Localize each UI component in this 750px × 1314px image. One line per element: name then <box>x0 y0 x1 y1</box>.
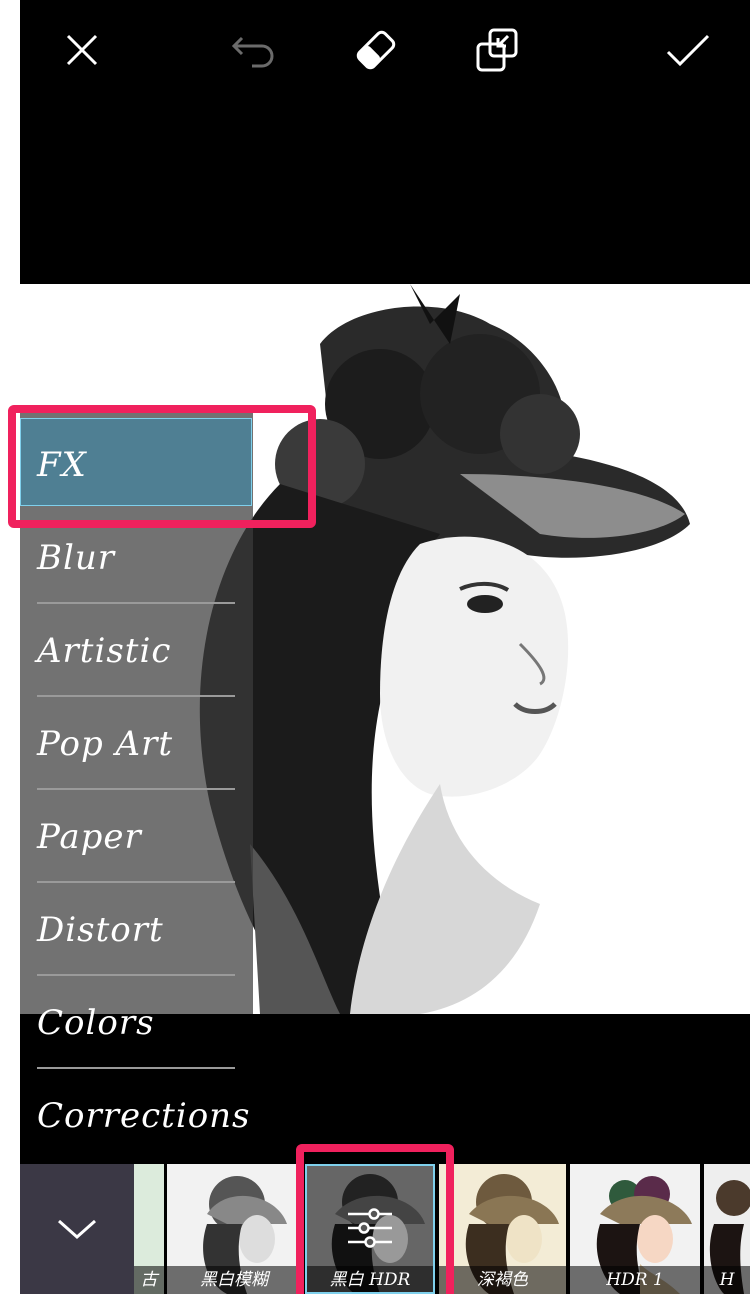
bottom-margin <box>0 1294 750 1314</box>
close-button[interactable] <box>54 22 110 78</box>
menu-item-label: Blur <box>37 537 116 578</box>
checkmark-icon <box>666 34 710 67</box>
menu-item-pop-art[interactable]: Pop Art <box>37 697 235 790</box>
apply-button[interactable] <box>660 22 716 78</box>
filter-thumb[interactable]: 黑白模糊 <box>167 1164 301 1294</box>
menu-item-corrections[interactable]: Corrections <box>37 1069 250 1162</box>
left-margin <box>0 0 20 1314</box>
eraser-icon <box>356 30 396 70</box>
filter-thumb[interactable]: HDR 1 <box>570 1164 700 1294</box>
menu-item-label: Colors <box>37 1002 155 1043</box>
compare-button[interactable] <box>470 22 526 78</box>
filter-caption: HDR 1 <box>570 1266 700 1294</box>
close-icon <box>66 34 98 66</box>
filter-highlight-frame <box>296 1144 454 1306</box>
undo-button[interactable] <box>226 22 282 78</box>
fx-highlight-frame <box>8 405 316 528</box>
top-toolbar <box>20 0 750 284</box>
menu-item-artistic[interactable]: Artistic <box>37 604 235 697</box>
menu-item-paper[interactable]: Paper <box>37 790 235 883</box>
filter-caption: 古 <box>134 1266 164 1294</box>
filter-caption: H <box>704 1266 750 1294</box>
filter-thumb[interactable]: 深褐色 <box>439 1164 566 1294</box>
eraser-button[interactable] <box>348 22 404 78</box>
menu-item-colors[interactable]: Colors <box>37 976 235 1069</box>
filter-thumb[interactable]: H <box>704 1164 750 1294</box>
filter-caption: 黑白模糊 <box>167 1266 301 1294</box>
filter-thumb[interactable]: 古 <box>134 1164 164 1294</box>
undo-icon <box>231 36 274 68</box>
menu-item-label: Paper <box>37 816 142 857</box>
menu-item-label: Distort <box>37 909 164 950</box>
collapse-button[interactable] <box>20 1164 134 1294</box>
compare-icon <box>476 28 518 72</box>
menu-item-label: Artistic <box>37 630 172 671</box>
menu-item-label: Corrections <box>37 1095 251 1136</box>
menu-item-label: Pop Art <box>37 723 174 764</box>
chevron-down-icon <box>58 1219 96 1240</box>
filter-caption: 深褐色 <box>439 1266 566 1294</box>
menu-item-distort[interactable]: Distort <box>37 883 235 976</box>
